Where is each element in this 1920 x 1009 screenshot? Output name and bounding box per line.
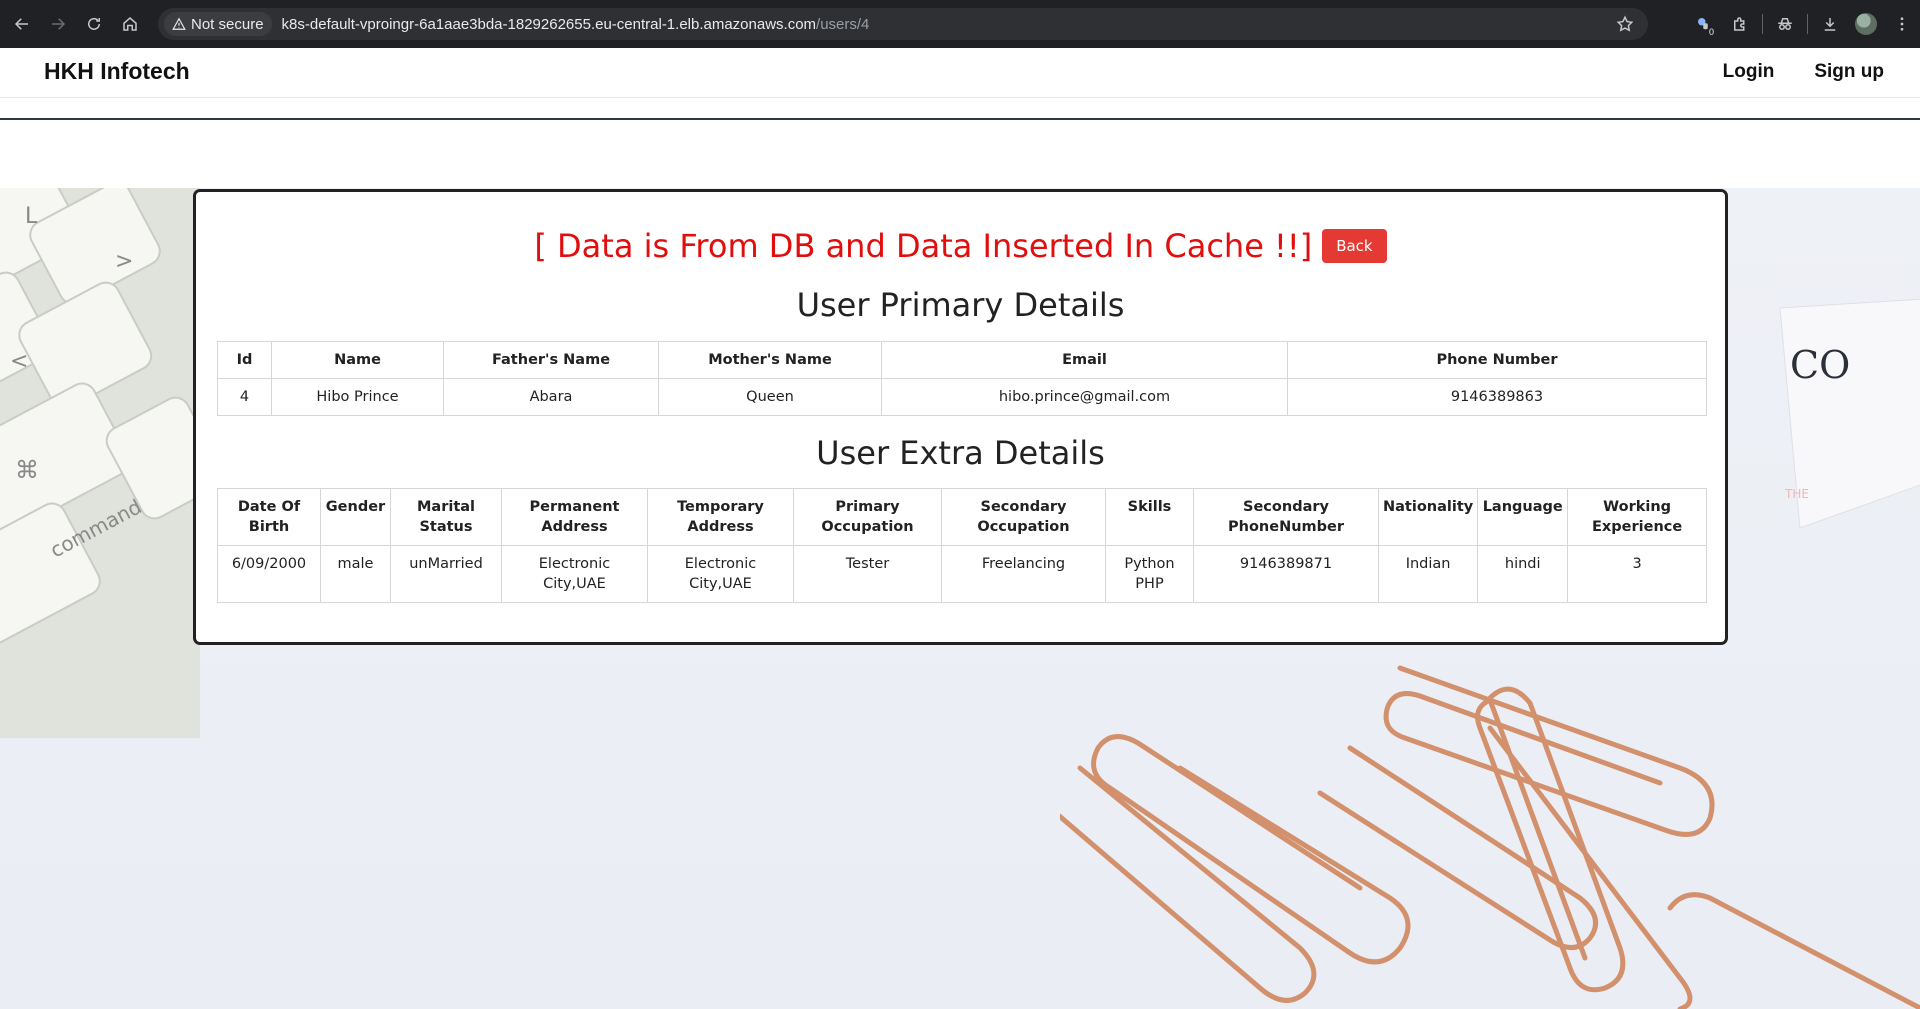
nav-links: Login Sign up (1723, 61, 1884, 83)
table-cell: 4 (217, 378, 272, 416)
reload-icon[interactable] (76, 6, 112, 42)
table-cell: 9146389863 (1287, 378, 1707, 416)
incognito-icon[interactable] (1767, 6, 1803, 42)
forward-arrow-icon[interactable] (40, 6, 76, 42)
toolbar-separator (1762, 14, 1763, 34)
table-cell: 6/09/2000 (217, 545, 321, 603)
table-cell: Freelancing (941, 545, 1106, 603)
brand-logo[interactable]: HKH Infotech (44, 58, 190, 85)
svg-text:L: L (25, 204, 38, 229)
back-arrow-icon[interactable] (4, 6, 40, 42)
column-header: Phone Number (1287, 341, 1707, 379)
table-cell: Hibo Prince (271, 378, 444, 416)
column-header: Marital Status (390, 488, 502, 546)
table-header-row: Id Name Father's Name Mother's Name Emai… (217, 341, 1707, 379)
table-header-row: Date Of Birth Gender Marital Status Perm… (217, 488, 1707, 546)
menu-icon[interactable] (1884, 6, 1920, 42)
business-card-decoration: CO THE (1779, 298, 1920, 528)
svg-text:<: < (10, 349, 28, 374)
url-path: /users/4 (816, 15, 870, 33)
warning-icon (172, 17, 186, 30)
home-icon[interactable] (112, 6, 148, 42)
table-cell: Python PHP (1105, 545, 1194, 603)
column-header: Gender (320, 488, 391, 546)
column-header: Secondary Occupation (941, 488, 1106, 546)
primary-details-title: User Primary Details (796, 286, 1125, 324)
browser-toolbar: Not secure k8s-default-vproingr-6a1aae3b… (0, 0, 1920, 48)
column-header: Date Of Birth (217, 488, 321, 546)
table-cell: Indian (1377, 545, 1479, 603)
header-divider (0, 118, 1920, 120)
column-header: Email (881, 341, 1288, 379)
column-header: Nationality (1377, 488, 1479, 546)
signup-link[interactable]: Sign up (1814, 61, 1884, 83)
paperclips-decoration (1060, 665, 1920, 1009)
table-row: 4 Hibo Prince Abara Queen hibo.prince@gm… (217, 378, 1707, 416)
table-cell: Queen (658, 378, 882, 416)
primary-details-table: Id Name Father's Name Mother's Name Emai… (217, 341, 1707, 416)
address-bar[interactable]: Not secure k8s-default-vproingr-6a1aae3b… (158, 8, 1648, 40)
login-link[interactable]: Login (1723, 61, 1775, 83)
table-cell: male (320, 545, 391, 603)
status-row: [ Data is From DB and Data Inserted In C… (196, 227, 1725, 265)
column-header: Name (271, 341, 444, 379)
svg-text:⌘: ⌘ (15, 456, 39, 484)
keyboard-decoration: L > < ⌘ command (0, 188, 200, 738)
puzzle-icon[interactable] (1722, 6, 1758, 42)
cache-status-message: [ Data is From DB and Data Inserted In C… (534, 227, 1313, 265)
table-row: 6/09/2000 male unMarried Electronic City… (217, 545, 1707, 603)
column-header: Working Experience (1567, 488, 1707, 546)
table-cell: Electronic City,UAE (647, 545, 794, 603)
table-cell: hibo.prince@gmail.com (881, 378, 1288, 416)
avatar[interactable] (1848, 6, 1884, 42)
column-header: Mother's Name (658, 341, 882, 379)
table-cell: Electronic City,UAE (501, 545, 648, 603)
table-cell: 9146389871 (1193, 545, 1379, 603)
table-cell: Tester (793, 545, 942, 603)
column-header: Permanent Address (501, 488, 648, 546)
column-header: Father's Name (443, 341, 659, 379)
column-header: Secondary PhoneNumber (1193, 488, 1379, 546)
table-cell: Abara (443, 378, 659, 416)
security-chip[interactable]: Not secure (164, 12, 272, 36)
user-details-panel: [ Data is From DB and Data Inserted In C… (193, 189, 1728, 645)
svg-text:THE: THE (1784, 487, 1809, 501)
column-header: Id (217, 341, 272, 379)
column-header: Language (1477, 488, 1569, 546)
table-cell: hindi (1477, 545, 1569, 603)
svg-text:>: > (115, 249, 133, 274)
security-label: Not secure (191, 15, 264, 33)
table-cell: unMarried (390, 545, 502, 603)
extension-badge: 0 (1707, 27, 1715, 37)
site-navbar: HKH Infotech Login Sign up (0, 48, 1920, 98)
back-button[interactable]: Back (1322, 229, 1387, 263)
url-host: k8s-default-vproingr-6a1aae3bda-18292626… (281, 15, 817, 33)
column-header: Skills (1105, 488, 1194, 546)
download-icon[interactable] (1812, 6, 1848, 42)
toolbar-separator (1807, 14, 1808, 34)
column-header: Temporary Address (647, 488, 794, 546)
toolbar-actions: 0 (1686, 6, 1920, 42)
extra-details-table: Date Of Birth Gender Marital Status Perm… (217, 488, 1707, 603)
extra-details-title: User Extra Details (816, 434, 1105, 472)
extension-icon[interactable]: 0 (1686, 6, 1722, 42)
url-text[interactable]: k8s-default-vproingr-6a1aae3bda-18292626… (282, 16, 870, 33)
star-icon[interactable] (1616, 15, 1634, 33)
table-cell: 3 (1567, 545, 1707, 603)
svg-text:CO: CO (1790, 343, 1850, 387)
column-header: Primary Occupation (793, 488, 942, 546)
